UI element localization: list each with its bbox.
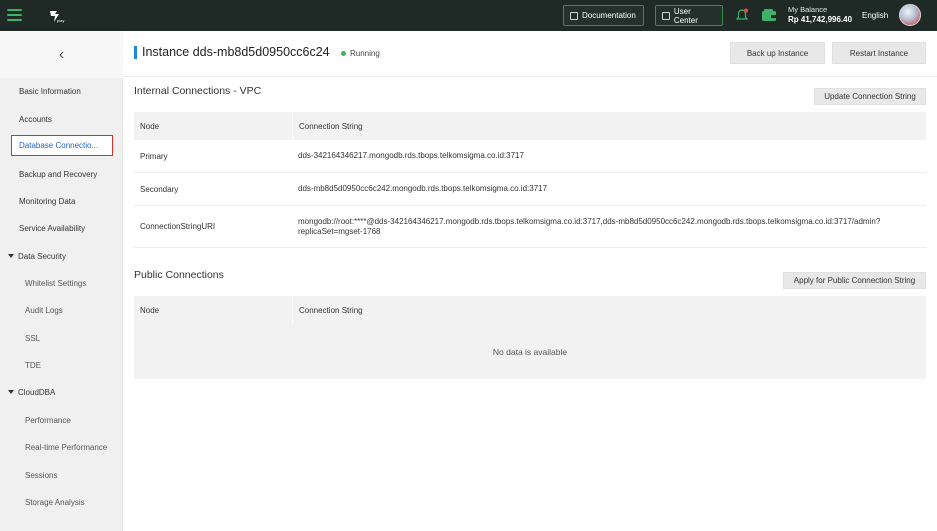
sidebar-group-clouddba[interactable]: CloudDBA: [0, 382, 123, 402]
column-header-node: Node: [140, 121, 160, 131]
public-connections-table: Node Connection String No data is availa…: [134, 296, 926, 379]
sidebar-item-storage-analysis[interactable]: Storage Analysis: [0, 492, 123, 512]
balance-label: My Balance: [788, 5, 828, 14]
main-content: Instance dds-mb8d5d0950cc6c24 Running Ba…: [123, 31, 937, 531]
brand-logo[interactable]: play: [48, 8, 66, 24]
sidebar-item-tde[interactable]: TDE: [0, 355, 123, 375]
status-badge: Running: [341, 49, 380, 58]
apply-public-connection-string-button[interactable]: Apply for Public Connection String: [783, 272, 926, 289]
public-connections-title: Public Connections: [134, 269, 224, 281]
node-cell: Primary: [140, 151, 168, 161]
status-dot-icon: [341, 51, 346, 56]
sidebar-item-real-time-performance[interactable]: Real-time Performance: [0, 437, 123, 457]
empty-state: No data is available: [134, 324, 926, 379]
column-header-connection-string: Connection String: [292, 296, 926, 324]
user-center-button[interactable]: User Center: [655, 5, 723, 26]
table-header: Node Connection String: [134, 112, 926, 140]
table-header: Node Connection String: [134, 296, 926, 324]
instance-header: Instance dds-mb8d5d0950cc6c24 Running Ba…: [123, 31, 937, 77]
status-text: Running: [350, 49, 380, 58]
table-row: Secondary dds-mb8d5d0950cc6c242.mongodb.…: [134, 173, 926, 206]
svg-text:play: play: [57, 18, 64, 23]
language-selector[interactable]: English: [862, 11, 888, 20]
document-icon: [570, 11, 578, 20]
menu-icon[interactable]: [7, 9, 22, 21]
update-connection-string-button[interactable]: Update Connection String: [814, 88, 926, 105]
connection-string-cell: dds-342164346217.mongodb.rds.tbops.telko…: [298, 151, 524, 160]
sidebar-item-monitoring-data[interactable]: Monitoring Data: [0, 191, 123, 211]
monitor-icon: [662, 11, 670, 20]
column-header-node: Node: [140, 305, 160, 315]
documentation-button[interactable]: Documentation: [563, 5, 644, 26]
sidebar-item-service-availability[interactable]: Service Availability: [0, 218, 123, 238]
sidebar-item-whitelist-settings[interactable]: Whitelist Settings: [0, 273, 123, 293]
avatar[interactable]: [899, 4, 921, 26]
restart-instance-button[interactable]: Restart Instance: [832, 42, 926, 64]
balance-value: Rp 41,742,996.40: [788, 15, 853, 24]
sidebar-item-database-connections[interactable]: Database Connectio...: [11, 135, 113, 156]
internal-connections-table: Node Connection String Primary dds-34216…: [134, 112, 926, 248]
sidebar-item-backup-and-recovery[interactable]: Backup and Recovery: [0, 164, 123, 184]
bell-icon[interactable]: [736, 8, 748, 22]
title-accent-bar: [134, 46, 137, 59]
sidebar-item-performance[interactable]: Performance: [0, 410, 123, 430]
column-header-connection-string: Connection String: [292, 112, 926, 140]
sidebar-item-accounts[interactable]: Accounts: [0, 109, 123, 129]
connection-string-cell: mongodb://root:****@dds-342164346217.mon…: [298, 216, 881, 236]
table-row: Primary dds-342164346217.mongodb.rds.tbo…: [134, 140, 926, 173]
table-row: ConnectionStringURI mongodb://root:****@…: [134, 206, 926, 248]
balance-display: My Balance Rp 41,742,996.40: [788, 5, 852, 25]
node-cell: ConnectionStringURI: [140, 222, 216, 231]
sidebar-group-label: CloudDBA: [18, 387, 56, 397]
sidebar-group-data-security[interactable]: Data Security: [0, 246, 123, 266]
page-title: Instance dds-mb8d5d0950cc6c24: [142, 45, 330, 59]
backup-instance-button[interactable]: Back up Instance: [730, 42, 825, 64]
sidebar-item-basic-information[interactable]: Basic Information: [0, 81, 123, 101]
sidebar: ‹ Basic Information Accounts Database Co…: [0, 31, 123, 531]
sidebar-group-label: Data Security: [18, 251, 67, 261]
caret-down-icon: [8, 254, 14, 258]
top-bar: play Documentation User Center My Balanc…: [0, 0, 937, 31]
wallet-icon[interactable]: [761, 8, 777, 22]
back-icon[interactable]: ‹: [0, 31, 123, 78]
internal-connections-title: Internal Connections - VPC: [134, 85, 262, 97]
sidebar-item-audit-logs[interactable]: Audit Logs: [0, 300, 123, 320]
caret-down-icon: [8, 390, 14, 394]
connection-string-cell: dds-mb8d5d0950cc6c242.mongodb.rds.tbops.…: [298, 184, 548, 193]
sidebar-item-sessions[interactable]: Sessions: [0, 465, 123, 485]
sidebar-item-ssl[interactable]: SSL: [0, 328, 123, 348]
node-cell: Secondary: [140, 184, 179, 194]
